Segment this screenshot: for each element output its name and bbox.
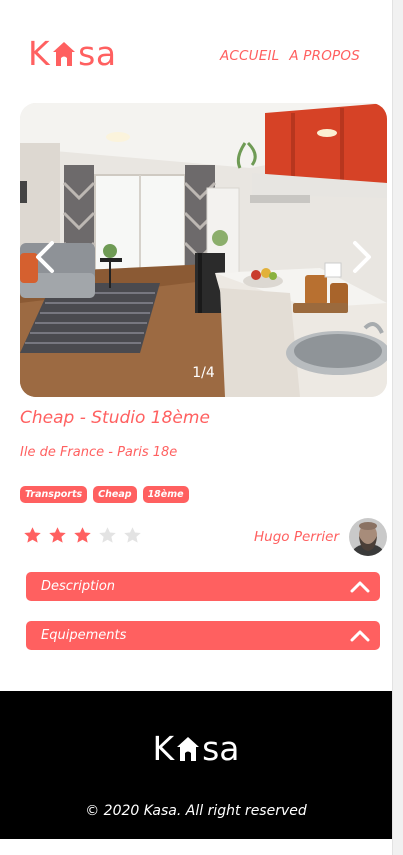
page: K sa ACCUEIL A PROPOS 1/4 Cheap - Studio… xyxy=(0,0,392,855)
star-icon-empty xyxy=(124,527,141,543)
kasa-logo[interactable]: K sa xyxy=(28,34,117,73)
host-avatar xyxy=(349,518,387,556)
tag: Cheap xyxy=(93,486,137,503)
main-nav: ACCUEIL A PROPOS xyxy=(220,48,360,64)
tag: Transports xyxy=(20,486,88,503)
chevron-right-icon[interactable] xyxy=(349,240,375,274)
star-icon-empty xyxy=(99,527,116,543)
collapse-label: Equipements xyxy=(41,628,127,643)
rating-stars xyxy=(23,526,142,545)
logo-letters-sa: sa xyxy=(202,729,240,768)
photo-carousel: 1/4 xyxy=(20,103,387,397)
nav-link-home[interactable]: ACCUEIL xyxy=(220,48,279,64)
listing-location: Ile de France - Paris 18e xyxy=(20,445,178,460)
tag-list: Transports Cheap 18ème xyxy=(20,486,189,503)
tag: 18ème xyxy=(142,486,189,503)
chevron-left-icon[interactable] xyxy=(32,240,58,274)
chevron-up-icon xyxy=(350,630,370,641)
host-info: Hugo Perrier xyxy=(254,518,387,556)
logo-letters-sa: sa xyxy=(78,34,117,73)
header: K sa ACCUEIL A PROPOS xyxy=(20,30,372,76)
scrollbar-track[interactable] xyxy=(392,0,403,855)
nav-link-about[interactable]: A PROPOS xyxy=(289,48,360,64)
listing-photo xyxy=(20,103,387,397)
copyright-text: © 2020 Kasa. All right reserved xyxy=(85,803,307,819)
footer: K sa © 2020 Kasa. All right reserved xyxy=(0,691,392,839)
star-icon-filled xyxy=(24,527,41,543)
house-icon xyxy=(177,736,200,761)
star-icon-filled xyxy=(49,527,66,543)
house-icon xyxy=(53,41,76,66)
star-icon-filled xyxy=(74,527,91,543)
slide-counter: 1/4 xyxy=(192,365,215,381)
logo-letter-k: K xyxy=(28,34,51,73)
chevron-up-icon xyxy=(350,581,370,592)
description-collapse[interactable]: Description xyxy=(26,572,380,601)
listing-title: Cheap - Studio 18ème xyxy=(20,408,210,428)
collapse-label: Description xyxy=(41,579,116,594)
equipment-collapse[interactable]: Equipements xyxy=(26,621,380,650)
logo-letter-k: K xyxy=(152,729,175,768)
host-name: Hugo Perrier xyxy=(254,529,339,545)
footer-logo: K sa xyxy=(0,729,392,768)
